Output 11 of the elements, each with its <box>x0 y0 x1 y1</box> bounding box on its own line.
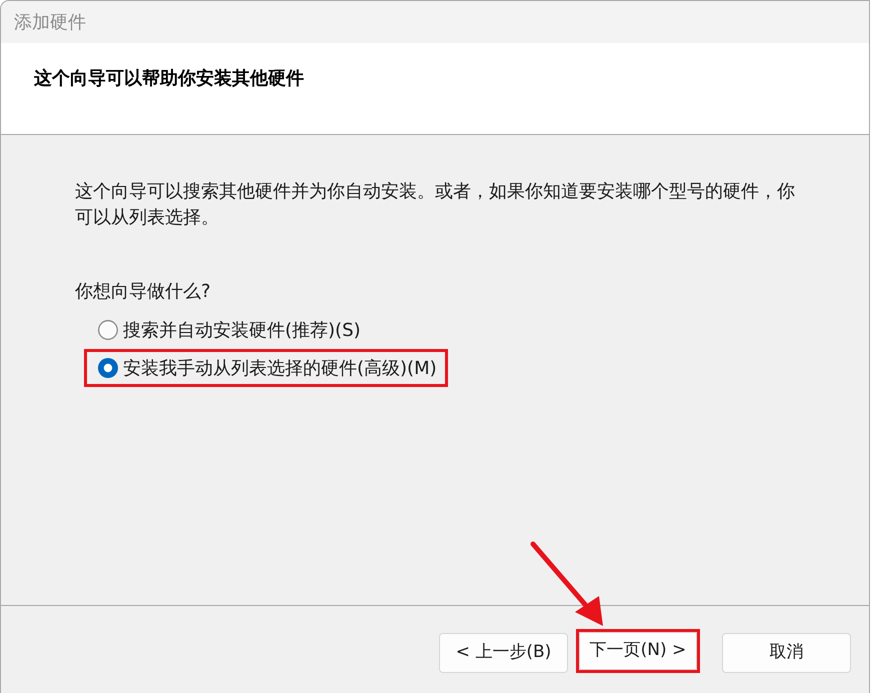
radio-label[interactable]: 安装我手动从列表选择的硬件(高级)(M) <box>123 354 437 382</box>
wizard-button[interactable]: < 上一步(B) <box>439 633 568 673</box>
radio-icon[interactable] <box>98 320 118 340</box>
question-text: 你想向导做什么? <box>75 280 212 304</box>
window-title: 添加硬件 <box>14 10 86 34</box>
cancel-button[interactable]: 取消 <box>722 633 851 673</box>
radio-label[interactable]: 搜索并自动安装硬件(推荐)(S) <box>123 316 361 344</box>
intro-text: 这个向导可以搜索其他硬件并为你自动安装。或者，如果你知道要安装哪个型号的硬件，你可以从列表选择。 <box>75 180 796 230</box>
radio-selected-icon[interactable] <box>98 358 118 378</box>
wizard-button[interactable]: 下一页(N) > <box>579 632 697 670</box>
wizard-heading: 这个向导可以帮助你安装其他硬件 <box>34 67 305 91</box>
